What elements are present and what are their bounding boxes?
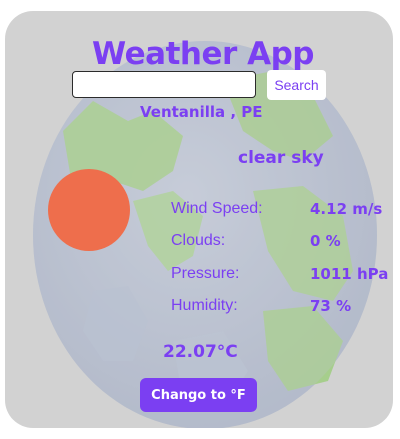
weather-description: clear sky [238, 148, 324, 168]
search-button[interactable]: Search [267, 70, 326, 100]
pressure-value: 1011 hPa [310, 265, 389, 283]
temperature-value: 22.07°C [163, 342, 238, 362]
search-input[interactable] [72, 71, 256, 98]
humidity-value: 73 % [310, 297, 352, 315]
clouds-label: Clouds: [171, 232, 226, 249]
humidity-label: Humidity: [171, 297, 238, 314]
change-unit-button[interactable]: Chango to °F [140, 378, 257, 412]
wind-speed-value: 4.12 m/s [310, 200, 383, 218]
location-label: Ventanilla , PE [140, 103, 263, 121]
clouds-value: 0 % [310, 232, 341, 250]
sun-icon [48, 169, 130, 251]
app-title: Weather App [92, 36, 314, 72]
wind-speed-label: Wind Speed: [171, 200, 263, 217]
pressure-label: Pressure: [171, 265, 240, 282]
